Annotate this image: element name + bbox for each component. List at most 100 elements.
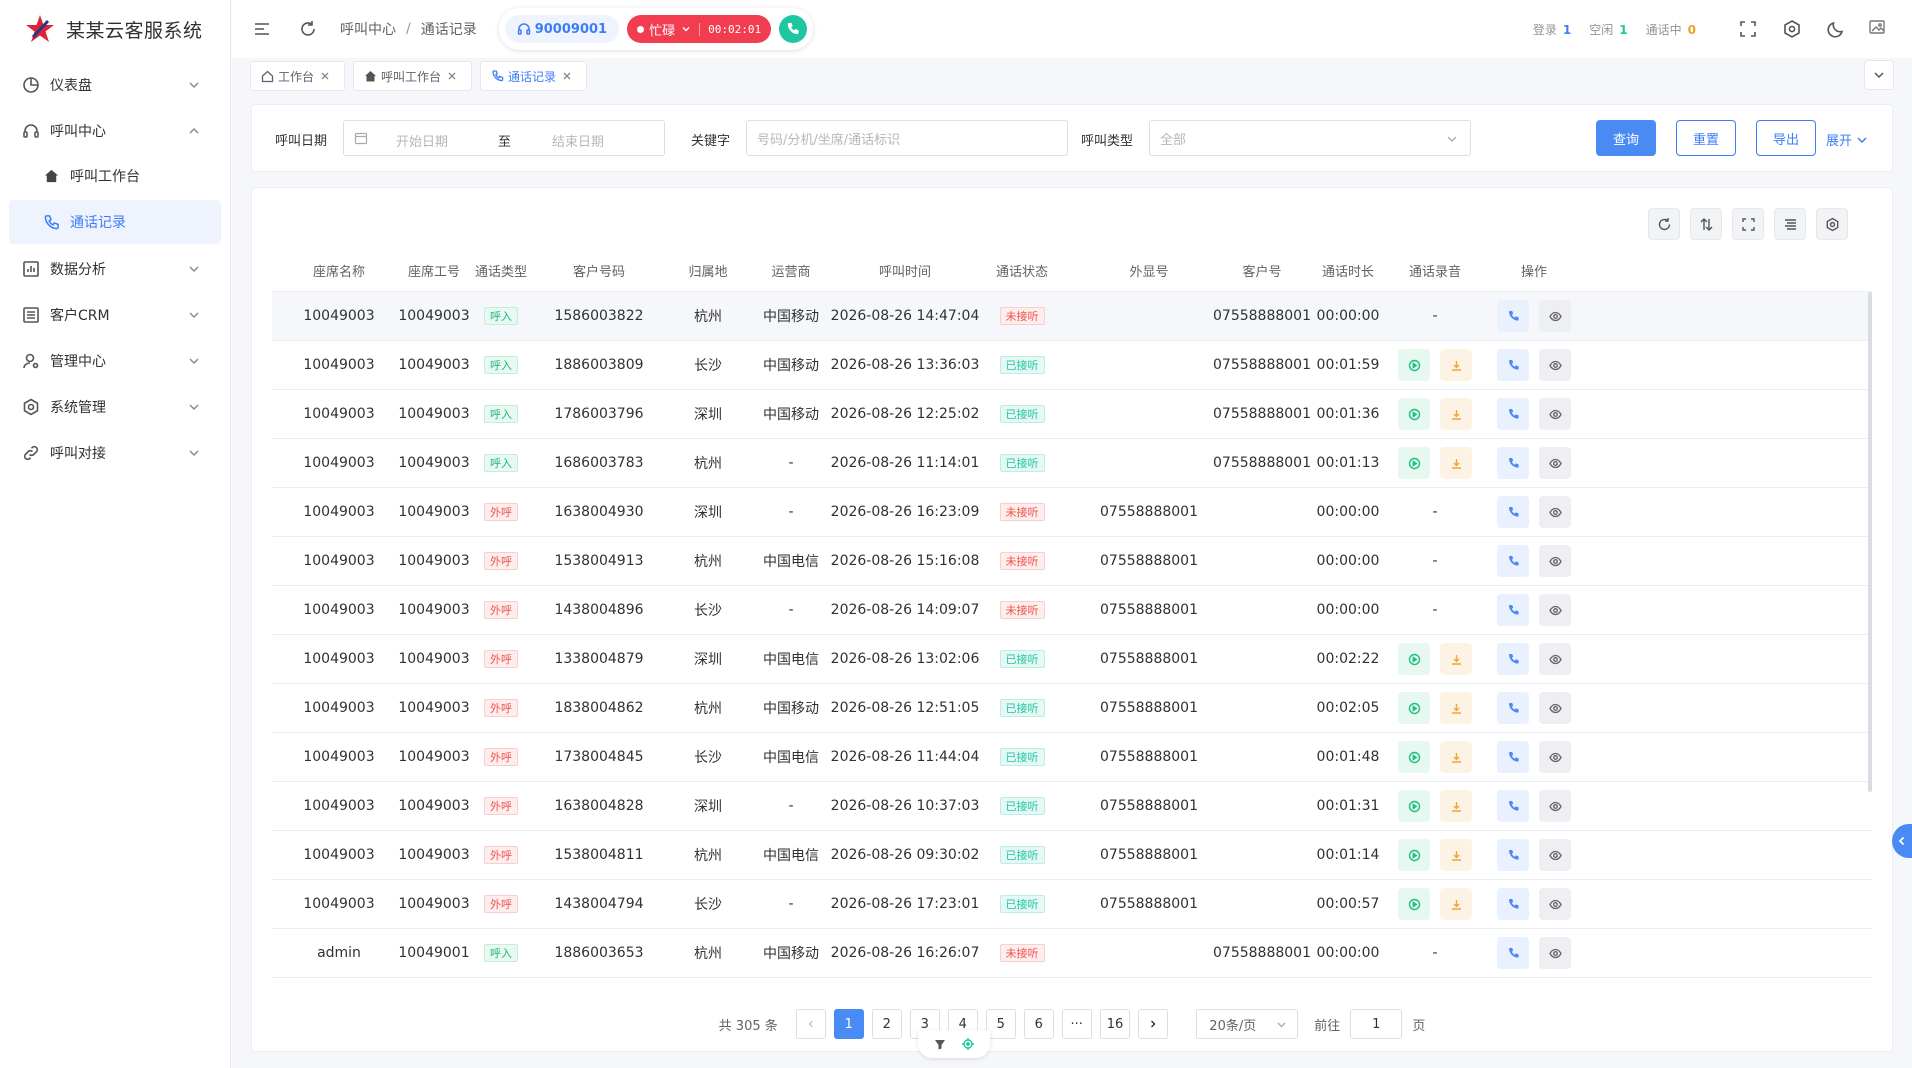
- sort-button[interactable]: [1690, 208, 1722, 240]
- agent-number-badge[interactable]: 90009001: [504, 15, 620, 43]
- export-button[interactable]: 导出: [1756, 120, 1816, 156]
- refresh-icon[interactable]: [298, 19, 318, 39]
- table-row[interactable]: 10049003 10049003 外呼 1538004913 杭州 中国电信 2026-0…: [272, 537, 1872, 586]
- play-recording-button[interactable]: [1398, 643, 1430, 675]
- download-recording-button[interactable]: [1440, 643, 1472, 675]
- next-page-button[interactable]: [1138, 1009, 1169, 1039]
- call-back-button[interactable]: [1497, 496, 1529, 528]
- column-settings-button[interactable]: [1816, 208, 1848, 240]
- play-recording-button[interactable]: [1398, 447, 1430, 479]
- avatar[interactable]: [1868, 18, 1890, 40]
- column-header-call-type[interactable]: 通话类型: [468, 250, 534, 291]
- close-icon[interactable]: [320, 71, 330, 81]
- call-back-button[interactable]: [1497, 643, 1529, 675]
- download-recording-button[interactable]: [1440, 447, 1472, 479]
- table-row[interactable]: 10049003 10049003 呼入 1686003783 杭州 -2026-08-2…: [272, 439, 1872, 488]
- close-icon[interactable]: [562, 71, 572, 81]
- table-row[interactable]: 10049003 10049003 外呼 1338004879 深圳 中国电信 2026-0…: [272, 635, 1872, 684]
- view-details-button[interactable]: [1539, 790, 1571, 822]
- download-recording-button[interactable]: [1440, 692, 1472, 724]
- sidebar-item-call-records[interactable]: 通话记录: [9, 200, 221, 244]
- view-details-button[interactable]: [1539, 300, 1571, 332]
- sidebar-item-call-workbench[interactable]: 呼叫工作台: [9, 154, 221, 198]
- start-date-input[interactable]: 开始日期: [396, 131, 448, 150]
- view-details-button[interactable]: [1539, 937, 1571, 969]
- page-button[interactable]: 5: [985, 1009, 1016, 1039]
- vertical-scrollbar[interactable]: [1868, 292, 1872, 792]
- play-recording-button[interactable]: [1398, 741, 1430, 773]
- sidebar-item-crm[interactable]: 客户CRM: [0, 292, 230, 338]
- column-header-agent-name[interactable]: 座席名称: [288, 250, 390, 291]
- call-back-button[interactable]: [1497, 937, 1529, 969]
- fullscreen-button[interactable]: [1732, 208, 1764, 240]
- download-recording-button[interactable]: [1440, 790, 1472, 822]
- sidebar-item-management[interactable]: 管理中心: [0, 338, 230, 384]
- funnel-icon[interactable]: [933, 1037, 947, 1051]
- page-size-select[interactable]: 20条/页: [1196, 1009, 1299, 1039]
- table-row[interactable]: admin 10049001 呼入 1886003653 杭州 中国移动 2026-08-2…: [272, 929, 1872, 978]
- table-row[interactable]: 10049003 10049003 外呼 1838004862 杭州 中国移动 2026-0…: [272, 684, 1872, 733]
- view-details-button[interactable]: [1539, 545, 1571, 577]
- page-button[interactable]: 2: [871, 1009, 902, 1039]
- call-back-button[interactable]: [1497, 692, 1529, 724]
- tab-call-workbench[interactable]: 呼叫工作台: [353, 61, 473, 91]
- call-back-button[interactable]: [1497, 300, 1529, 332]
- close-icon[interactable]: [447, 71, 457, 81]
- logo[interactable]: 某某云客服系统: [0, 0, 230, 58]
- call-back-button[interactable]: [1497, 594, 1529, 626]
- column-header-call-status[interactable]: 通话状态: [982, 250, 1062, 291]
- play-recording-button[interactable]: [1398, 839, 1430, 871]
- sidebar-item-integration[interactable]: 呼叫对接: [0, 430, 230, 476]
- call-back-button[interactable]: [1497, 741, 1529, 773]
- fullscreen-icon[interactable]: [1738, 19, 1758, 39]
- download-recording-button[interactable]: [1440, 888, 1472, 920]
- sidebar-item-system[interactable]: 系统管理: [0, 384, 230, 430]
- column-header-location[interactable]: 归属地: [662, 250, 754, 291]
- keyword-input[interactable]: 号码/分机/坐席/通话标识: [746, 120, 1068, 156]
- density-button[interactable]: [1774, 208, 1806, 240]
- view-details-button[interactable]: [1539, 447, 1571, 479]
- play-recording-button[interactable]: [1398, 888, 1430, 920]
- table-row[interactable]: 10049003 10049003 外呼 1538004811 杭州 中国电信 2026-0…: [272, 831, 1872, 880]
- settings-icon[interactable]: [1782, 19, 1802, 39]
- call-back-button[interactable]: [1497, 398, 1529, 430]
- goto-page-input[interactable]: 1: [1350, 1009, 1403, 1039]
- sidebar-item-data-analysis[interactable]: 数据分析: [0, 246, 230, 292]
- view-details-button[interactable]: [1539, 692, 1571, 724]
- table-row[interactable]: 10049003 10049003 外呼 1438004794 长沙 -2026-08-2…: [272, 880, 1872, 929]
- date-range-picker[interactable]: 开始日期 至 结束日期: [343, 120, 665, 156]
- view-details-button[interactable]: [1539, 888, 1571, 920]
- view-details-button[interactable]: [1539, 839, 1571, 871]
- play-recording-button[interactable]: [1398, 692, 1430, 724]
- table-row[interactable]: 10049003 10049003 外呼 1638004828 深圳 -2026-08-2…: [272, 782, 1872, 831]
- table-row[interactable]: 10049003 10049003 呼入 1586003822 杭州 中国移动 2026-0…: [272, 292, 1872, 341]
- column-header-call-time[interactable]: 呼叫时间: [832, 250, 978, 291]
- column-header-recording[interactable]: 通话录音: [1390, 250, 1480, 291]
- call-back-button[interactable]: [1497, 839, 1529, 871]
- page-button[interactable]: 6: [1023, 1009, 1054, 1039]
- call-back-button[interactable]: [1497, 888, 1529, 920]
- column-header-customer-number[interactable]: 客户号码: [542, 250, 656, 291]
- page-button[interactable]: 1: [833, 1009, 864, 1039]
- table-row[interactable]: 10049003 10049003 外呼 1438004896 长沙 -2026-08-2…: [272, 586, 1872, 635]
- sidebar-item-dashboard[interactable]: 仪表盘: [0, 62, 230, 108]
- download-recording-button[interactable]: [1440, 839, 1472, 871]
- view-details-button[interactable]: [1539, 643, 1571, 675]
- end-date-input[interactable]: 结束日期: [552, 131, 604, 150]
- table-row[interactable]: 10049003 10049003 呼入 1786003796 深圳 中国移动 2026-0…: [272, 390, 1872, 439]
- column-header-carrier[interactable]: 运营商: [750, 250, 832, 291]
- column-header-duration[interactable]: 通话时长: [1312, 250, 1384, 291]
- page-button[interactable]: ···: [1061, 1009, 1092, 1039]
- refresh-button[interactable]: [1648, 208, 1680, 240]
- play-recording-button[interactable]: [1398, 398, 1430, 430]
- side-drawer-handle[interactable]: [1892, 824, 1912, 858]
- breadcrumb-item[interactable]: 呼叫中心: [340, 19, 396, 39]
- table-row[interactable]: 10049003 10049003 外呼 1638004930 深圳 -2026-08-2…: [272, 488, 1872, 537]
- menu-toggle-icon[interactable]: [252, 19, 272, 39]
- locate-icon[interactable]: [961, 1037, 975, 1051]
- view-details-button[interactable]: [1539, 496, 1571, 528]
- view-details-button[interactable]: [1539, 594, 1571, 626]
- tab-call-records[interactable]: 通话记录: [480, 61, 588, 91]
- play-recording-button[interactable]: [1398, 349, 1430, 381]
- view-details-button[interactable]: [1539, 741, 1571, 773]
